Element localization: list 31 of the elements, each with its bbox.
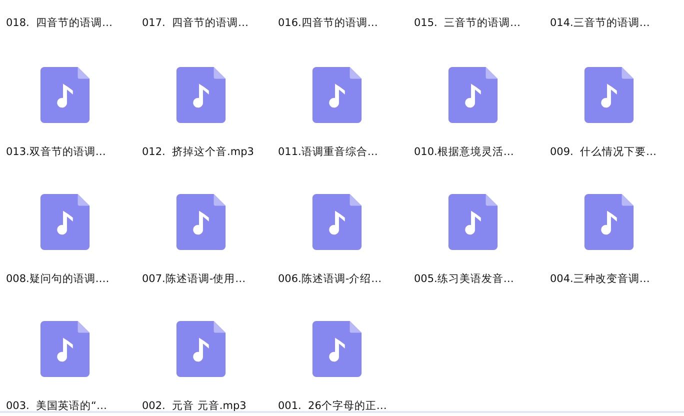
file-name[interactable]: 006.陈述语调-介绍… bbox=[278, 272, 382, 286]
audio-file-icon[interactable] bbox=[584, 194, 634, 250]
file-name[interactable]: 001. 26个字母的正… bbox=[278, 399, 387, 413]
audio-file-icon[interactable] bbox=[176, 321, 226, 377]
file-name[interactable]: 009. 什么情况下要… bbox=[550, 145, 657, 159]
file-name[interactable]: 005.练习美语发音… bbox=[414, 272, 514, 286]
file-name[interactable]: 017. 四音节的语调… bbox=[142, 16, 249, 30]
file-name[interactable]: 018. 四音节的语调… bbox=[6, 16, 113, 30]
audio-file-icon[interactable] bbox=[584, 67, 634, 123]
audio-file-icon[interactable] bbox=[40, 67, 90, 123]
audio-file-icon[interactable] bbox=[448, 194, 498, 250]
file-name[interactable]: 007.陈述语调-使用… bbox=[142, 272, 246, 286]
file-name[interactable]: 004.三种改变音调… bbox=[550, 272, 650, 286]
file-name[interactable]: 008.疑问句的语调.… bbox=[6, 272, 110, 286]
file-name[interactable]: 012. 挤掉这个音.mp3 bbox=[142, 145, 254, 159]
file-name[interactable]: 015. 三音节的语调… bbox=[414, 16, 521, 30]
file-name[interactable]: 002. 元音 元音.mp3 bbox=[142, 399, 246, 413]
audio-file-icon[interactable] bbox=[176, 67, 226, 123]
file-name[interactable]: 003. 美国英语的“… bbox=[6, 399, 107, 413]
file-name[interactable]: 010.根据意境灵活… bbox=[414, 145, 514, 159]
file-name[interactable]: 013.双音节的语调… bbox=[6, 145, 106, 159]
audio-file-icon[interactable] bbox=[312, 321, 362, 377]
file-name[interactable]: 014.三音节的语调… bbox=[550, 16, 650, 30]
audio-file-icon[interactable] bbox=[176, 194, 226, 250]
file-name[interactable]: 011.语调重音综合… bbox=[278, 145, 378, 159]
audio-file-icon[interactable] bbox=[312, 194, 362, 250]
file-name[interactable]: 016.四音节的语调… bbox=[278, 16, 378, 30]
audio-file-icon[interactable] bbox=[40, 321, 90, 377]
audio-file-icon[interactable] bbox=[448, 67, 498, 123]
audio-file-icon[interactable] bbox=[40, 194, 90, 250]
audio-file-icon[interactable] bbox=[312, 67, 362, 123]
